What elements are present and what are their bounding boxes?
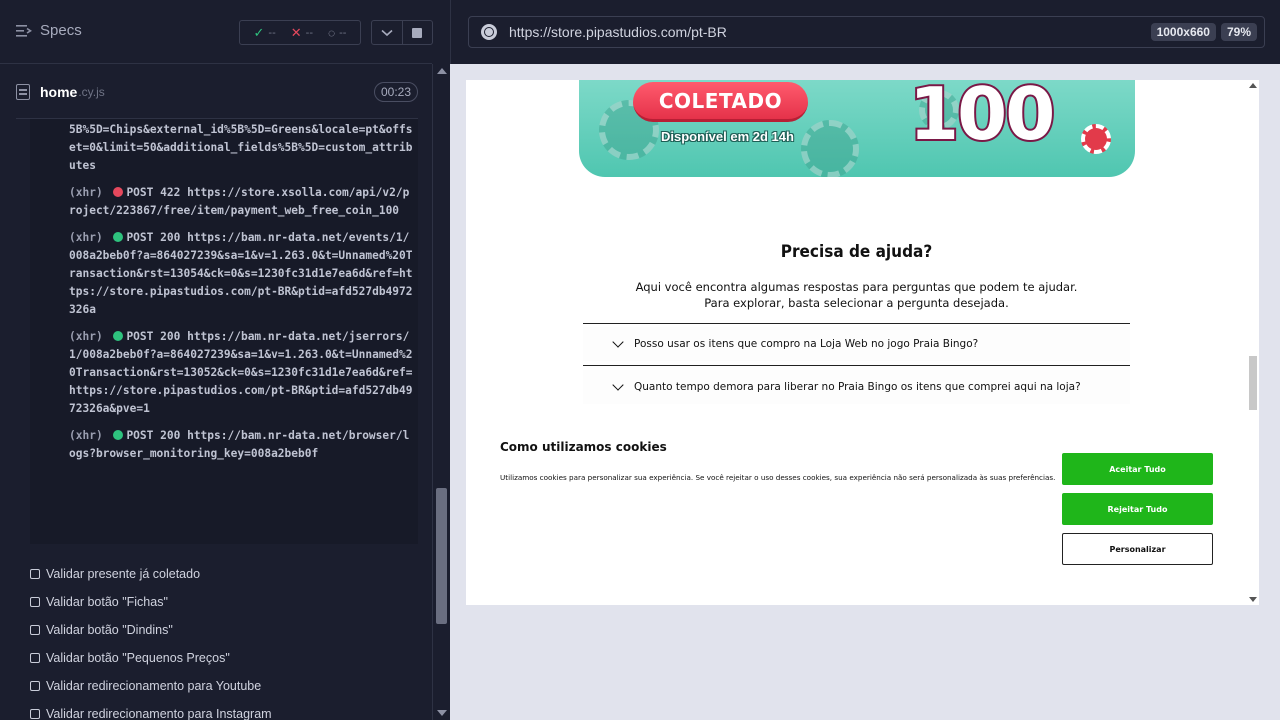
- cookie-title: Como utilizamos cookies: [500, 440, 667, 454]
- run-timer: 00:23: [373, 82, 418, 102]
- log-entry[interactable]: 5B%5D=Chips&external_id%5B%5D=Greens&loc…: [69, 121, 414, 175]
- specs-list-icon: [16, 24, 32, 37]
- faq-item[interactable]: Quanto tempo demora para liberar no Prai…: [583, 370, 1130, 404]
- pending-checkbox-icon: [30, 625, 40, 635]
- scroll-down-arrow-icon[interactable]: [437, 710, 447, 716]
- customize-button[interactable]: Personalizar: [1062, 533, 1213, 565]
- pending-checkbox-icon: [30, 569, 40, 579]
- log-entry[interactable]: (xhr) POST 200 https://bam.nr-data.net/b…: [69, 427, 414, 463]
- aut-panel: https://store.pipastudios.com/pt-BR 1000…: [450, 0, 1280, 720]
- accept-all-button[interactable]: Aceitar Tudo: [1062, 453, 1213, 485]
- cross-icon: ✕: [290, 24, 302, 40]
- scrollbar-thumb[interactable]: [436, 488, 447, 624]
- scrollbar-thumb[interactable]: [1249, 356, 1257, 410]
- scroll-down-arrow-icon[interactable]: [1249, 597, 1257, 602]
- chip-decoration: [801, 120, 859, 177]
- test-item[interactable]: Validar redirecionamento para Instagram: [30, 700, 430, 720]
- success-status-icon: [113, 430, 124, 440]
- pending-checkbox-icon: [30, 597, 40, 607]
- check-icon: ✓: [253, 24, 265, 40]
- runner-panel: Specs ✓ -- ✕ -- ◌ -- home .cy.js 00:23 5B%5…: [0, 0, 450, 720]
- error-status-icon: [113, 187, 124, 197]
- chevron-down-icon: [612, 336, 624, 348]
- spec-file-name: home: [40, 84, 78, 100]
- command-log-entries: 5B%5D=Chips&external_id%5B%5D=Greens&loc…: [69, 121, 414, 472]
- log-entry[interactable]: (xhr) POST 200 https://bam.nr-data.net/e…: [69, 229, 414, 319]
- cookie-text: Utilizamos cookies para personalizar sua…: [500, 473, 1056, 482]
- test-item[interactable]: Validar botão "Dindins": [30, 616, 430, 644]
- runner-header: Specs ✓ -- ✕ -- ◌ --: [0, 0, 433, 64]
- test-list: Validar presente já coletado Validar bot…: [30, 560, 430, 720]
- chevron-down-icon: [612, 379, 624, 391]
- specs-label: Specs: [40, 22, 82, 39]
- cookie-banner: Como utilizamos cookies Utilizamos cooki…: [466, 416, 1247, 605]
- coin-amount: 100: [907, 80, 1057, 158]
- collapse-button[interactable]: [372, 21, 403, 44]
- url-bar[interactable]: https://store.pipastudios.com/pt-BR 1000…: [468, 16, 1265, 48]
- faq-item[interactable]: Posso usar os itens que compro na Loja W…: [583, 327, 1130, 361]
- pending-checkbox-icon: [30, 681, 40, 691]
- spec-file-ext: .cy.js: [78, 85, 105, 99]
- command-log: 5B%5D=Chips&external_id%5B%5D=Greens&loc…: [30, 119, 418, 544]
- aut-scrollbar[interactable]: [1247, 80, 1259, 605]
- scroll-up-arrow-icon[interactable]: [437, 68, 447, 74]
- zoom-badge[interactable]: 79%: [1220, 23, 1257, 41]
- test-stats: ✓ -- ✕ -- ◌ --: [239, 20, 361, 45]
- collected-button[interactable]: COLETADO: [633, 82, 808, 122]
- success-status-icon: [113, 331, 124, 341]
- spec-file-header[interactable]: home .cy.js 00:23: [16, 78, 418, 106]
- test-item[interactable]: Validar presente já coletado: [30, 560, 430, 588]
- help-title: Precisa de ajuda?: [780, 242, 933, 262]
- log-entry[interactable]: (xhr) POST 200 https://bam.nr-data.net/j…: [69, 328, 414, 418]
- help-subtitle: Aqui você encontra algumas respostas par…: [635, 280, 1078, 310]
- free-coin-banner: COLETADO Disponível em 2d 14h 100: [579, 80, 1135, 177]
- stop-button[interactable]: [403, 21, 433, 44]
- pending-checkbox-icon: [30, 653, 40, 663]
- availability-text: Disponível em 2d 14h: [661, 129, 794, 144]
- globe-icon: [481, 24, 497, 40]
- aut-iframe: COLETADO Disponível em 2d 14h 100 Precis…: [466, 80, 1259, 605]
- scroll-up-arrow-icon[interactable]: [1249, 83, 1257, 88]
- pending-circle-icon: ◌: [328, 25, 336, 40]
- success-status-icon: [113, 232, 124, 242]
- red-chip-icon: [1081, 124, 1111, 154]
- test-item[interactable]: Validar redirecionamento para Youtube: [30, 672, 430, 700]
- faq-divider: [583, 323, 1130, 324]
- pending-stat: ◌ --: [328, 25, 347, 40]
- test-item[interactable]: Validar botão "Fichas": [30, 588, 430, 616]
- runner-scrollbar[interactable]: [432, 64, 450, 720]
- url-text: https://store.pipastudios.com/pt-BR: [509, 24, 727, 40]
- stop-icon: [412, 27, 423, 38]
- faq-divider: [583, 365, 1130, 366]
- passed-stat: ✓ --: [253, 24, 276, 40]
- viewport-badge[interactable]: 1000x660: [1150, 23, 1216, 41]
- test-item[interactable]: Validar botão "Pequenos Preços": [30, 644, 430, 672]
- aut-header: https://store.pipastudios.com/pt-BR 1000…: [450, 0, 1280, 64]
- runner-controls: [371, 20, 433, 45]
- log-entry[interactable]: (xhr) POST 422 https://store.xsolla.com/…: [69, 184, 414, 220]
- specs-button[interactable]: Specs: [16, 22, 82, 39]
- file-icon: [16, 84, 30, 100]
- chevron-down-icon: [381, 29, 393, 36]
- reject-all-button[interactable]: Rejeitar Tudo: [1062, 493, 1213, 525]
- failed-stat: ✕ --: [290, 24, 313, 40]
- pending-checkbox-icon: [30, 709, 40, 719]
